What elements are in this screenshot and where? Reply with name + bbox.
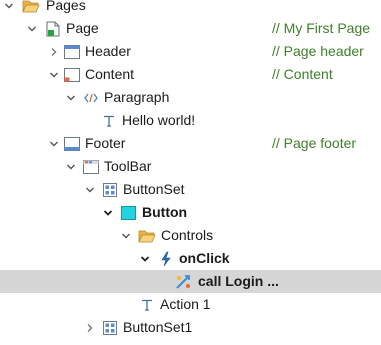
tree-row-toolbar[interactable]: ToolBar [0, 155, 381, 178]
tree-row-call-login[interactable]: call Login ... [0, 270, 381, 293]
folder-open-icon [138, 224, 156, 247]
tree-label-content: Content [85, 66, 135, 82]
tree-label-call-login: call Login ... [198, 273, 279, 289]
chevron-down-icon[interactable] [65, 155, 77, 178]
html-tag-icon [82, 86, 100, 109]
action-call-icon [175, 270, 193, 293]
tree-label-paragraph: Paragraph [104, 89, 170, 105]
text-t-icon [100, 109, 118, 132]
window-panel-icon [63, 40, 81, 63]
toolbar-icon [82, 155, 100, 178]
tree-label-page: Page [66, 20, 99, 36]
tree-label-onclick: onClick [179, 250, 230, 266]
window-panel-icon [63, 63, 81, 86]
tree-label-footer: Footer [85, 135, 126, 151]
text-t-icon [138, 293, 156, 316]
chevron-down-icon[interactable] [48, 132, 60, 155]
chevron-down-icon[interactable] [102, 201, 114, 224]
chevron-right-icon[interactable] [48, 40, 60, 63]
tree-row-footer[interactable]: Footer // Page footer [0, 132, 381, 155]
folder-open-icon [22, 0, 40, 17]
tree-comment-header: // Page header [272, 43, 364, 59]
chevron-down-icon[interactable] [84, 178, 96, 201]
chevron-right-icon[interactable] [84, 316, 96, 339]
chevron-down-icon[interactable] [26, 17, 38, 40]
chevron-down-icon[interactable] [3, 0, 15, 17]
chevron-down-icon[interactable] [120, 224, 132, 247]
tree-label-pages: Pages [46, 0, 86, 13]
tree-row-paragraph[interactable]: Paragraph [0, 86, 381, 109]
tree-row-buttonset[interactable]: ButtonSet [0, 178, 381, 201]
chevron-down-icon[interactable] [139, 247, 151, 270]
lightning-icon [157, 247, 175, 270]
page-file-icon [44, 17, 62, 40]
tree-row-pages[interactable]: Pages [0, 0, 381, 17]
tree-row-buttonset1[interactable]: ButtonSet1 [0, 316, 381, 339]
tree-comment-footer: // Page footer [272, 135, 357, 151]
buttonset-icon [101, 178, 119, 201]
tree-row-header[interactable]: Header // Page header [0, 40, 381, 63]
tree-row-onclick[interactable]: onClick [0, 247, 381, 270]
chevron-down-icon[interactable] [48, 63, 60, 86]
tree-label-header: Header [85, 43, 131, 59]
tree-comment-page: // My First Page [272, 20, 371, 36]
tree-row-content[interactable]: Content // Content [0, 63, 381, 86]
tree-label-hello-text: Hello world! [122, 112, 196, 128]
chevron-down-icon[interactable] [65, 86, 77, 109]
tree-comment-content: // Content [272, 66, 333, 82]
tree-row-button[interactable]: Button [0, 201, 381, 224]
tree-label-action1: Action 1 [160, 296, 211, 312]
tree-row-controls[interactable]: Controls [0, 224, 381, 247]
project-tree: Pages Page // My First Page Header // Pa… [0, 0, 381, 345]
tree-row-action1[interactable]: Action 1 [0, 293, 381, 316]
tree-label-buttonset: ButtonSet [123, 181, 185, 197]
tree-label-toolbar: ToolBar [104, 158, 152, 174]
tree-label-buttonset1: ButtonSet1 [123, 319, 193, 335]
tree-row-hello-text[interactable]: Hello world! [0, 109, 381, 132]
tree-row-page[interactable]: Page // My First Page [0, 17, 381, 40]
button-cyan-icon [119, 201, 137, 224]
tree-label-controls: Controls [161, 227, 214, 243]
tree-label-button: Button [142, 204, 188, 220]
buttonset-icon [101, 316, 119, 339]
window-panel-icon [63, 132, 81, 155]
